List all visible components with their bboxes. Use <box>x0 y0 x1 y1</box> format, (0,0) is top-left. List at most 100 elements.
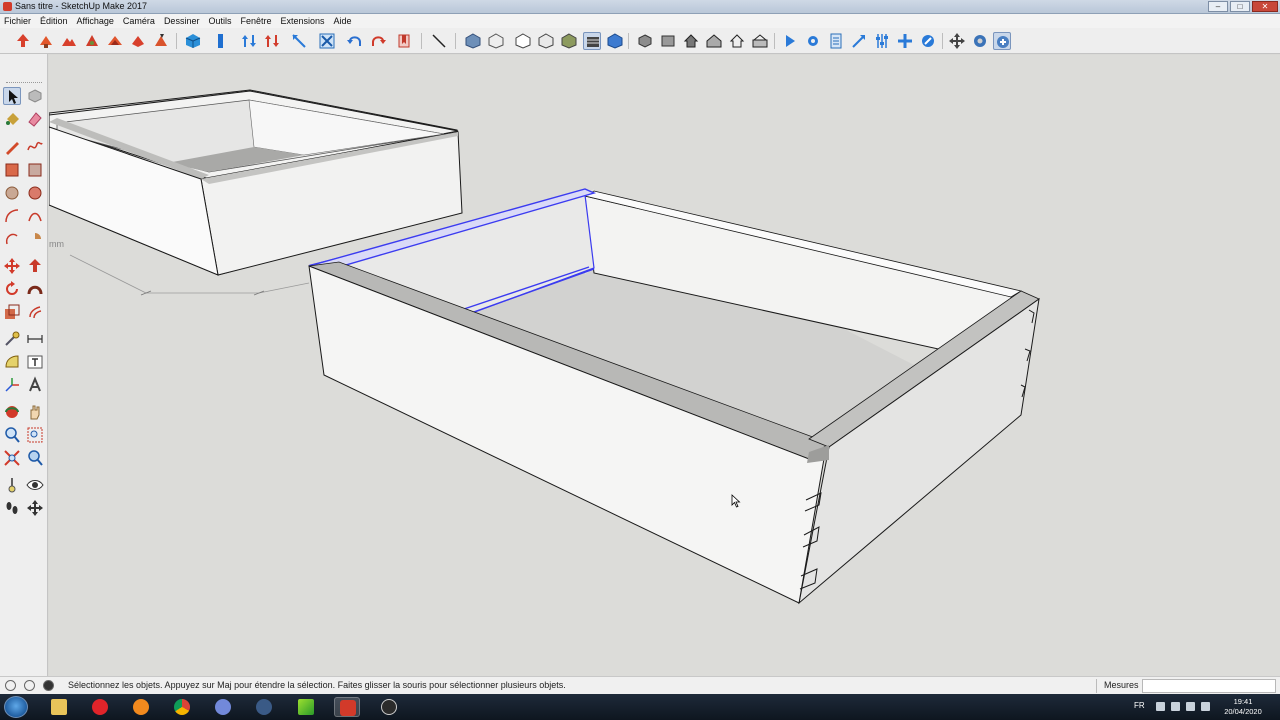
move-arrows-icon[interactable] <box>948 32 966 50</box>
offset-icon[interactable] <box>26 303 44 321</box>
protractor-icon[interactable] <box>3 353 21 371</box>
extension-gear-icon[interactable] <box>971 32 989 50</box>
menu-affichage[interactable]: Affichage <box>77 16 114 26</box>
bookmark-red-icon[interactable] <box>395 32 413 50</box>
dimension-icon[interactable] <box>26 330 44 348</box>
text-icon[interactable] <box>26 353 44 371</box>
view-left-icon[interactable] <box>751 32 769 50</box>
taskbar-sketchup-icon[interactable] <box>334 697 360 717</box>
taskbar-opera-icon[interactable] <box>87 697 113 717</box>
style-shaded-icon[interactable] <box>537 32 555 50</box>
section-plane-icon[interactable] <box>26 499 44 517</box>
taskbar-file-explorer-icon[interactable] <box>46 697 72 717</box>
circle-icon[interactable] <box>3 184 21 202</box>
sliders-icon[interactable] <box>873 32 891 50</box>
play-icon[interactable] <box>781 32 799 50</box>
tray-flag-icon[interactable] <box>1171 702 1180 711</box>
arc-icon[interactable] <box>3 207 21 225</box>
component-cube-icon[interactable] <box>184 32 202 50</box>
eraser-icon[interactable] <box>26 110 44 128</box>
menu-aide[interactable]: Aide <box>334 16 352 26</box>
tray-network-icon[interactable] <box>1186 702 1195 711</box>
menu-camera[interactable]: Caméra <box>123 16 155 26</box>
menu-extensions[interactable]: Extensions <box>281 16 325 26</box>
follow-me-icon[interactable] <box>26 280 44 298</box>
smoove-icon[interactable] <box>129 32 147 50</box>
taskbar-firefox-icon[interactable] <box>128 697 154 717</box>
taskbar-app-green-icon[interactable] <box>293 697 319 717</box>
taskbar-obs-icon[interactable] <box>376 697 402 717</box>
3d-viewport[interactable]: mm <box>49 55 1280 676</box>
measurements-input[interactable] <box>1142 679 1276 693</box>
view-top-icon[interactable] <box>659 32 677 50</box>
menu-fenetre[interactable]: Fenêtre <box>240 16 271 26</box>
zoom-extents-icon[interactable] <box>3 449 21 467</box>
pan-hand-icon[interactable] <box>26 403 44 421</box>
user-account-icon[interactable] <box>43 680 54 691</box>
style-monochrome-icon[interactable] <box>583 32 601 50</box>
select-arrow-icon[interactable] <box>3 87 21 105</box>
push-pull-red-icon[interactable] <box>14 32 32 50</box>
style-wireframe-icon[interactable] <box>487 32 505 50</box>
pencil-line-icon[interactable] <box>3 138 21 156</box>
rotate-icon[interactable] <box>3 280 21 298</box>
terrain-icon[interactable] <box>60 32 78 50</box>
plus-icon[interactable] <box>896 32 914 50</box>
3d-text-icon[interactable] <box>26 376 44 394</box>
polygon-icon[interactable] <box>26 184 44 202</box>
two-point-arc-icon[interactable] <box>26 207 44 225</box>
zoom-icon[interactable] <box>3 426 21 444</box>
keyboard-language[interactable]: FR <box>1134 701 1145 710</box>
geo-location-icon[interactable] <box>5 680 16 691</box>
axes-icon[interactable] <box>3 376 21 394</box>
start-button[interactable] <box>4 696 28 718</box>
maximize-button[interactable]: □ <box>1230 1 1250 12</box>
menu-edition[interactable]: Édition <box>40 16 68 26</box>
position-camera-icon[interactable] <box>3 476 21 494</box>
tray-volume-icon[interactable] <box>1201 702 1210 711</box>
push-pull-icon[interactable] <box>26 257 44 275</box>
flip-edge-icon[interactable] <box>152 32 170 50</box>
taskbar-discord-icon[interactable] <box>210 697 236 717</box>
add-location-icon[interactable] <box>37 32 55 50</box>
view-iso-icon[interactable] <box>636 32 654 50</box>
look-around-eye-icon[interactable] <box>26 476 44 494</box>
style-monochrome-blue-icon[interactable] <box>606 32 624 50</box>
extension-active-icon[interactable] <box>993 32 1011 50</box>
document-icon[interactable] <box>827 32 845 50</box>
zoom-window-icon[interactable] <box>26 426 44 444</box>
close-button[interactable]: ✕ <box>1252 1 1278 12</box>
minimize-button[interactable]: – <box>1208 1 1228 12</box>
walk-feet-icon[interactable] <box>3 499 21 517</box>
arrows-up-down-icon[interactable] <box>240 32 258 50</box>
credits-icon[interactable] <box>24 680 35 691</box>
main-drawer-model[interactable] <box>308 188 1040 605</box>
tape-measure-icon[interactable] <box>3 330 21 348</box>
three-point-arc-icon[interactable] <box>3 230 21 248</box>
undo-blue-icon[interactable] <box>346 32 364 50</box>
taskbar-clock[interactable]: 19:41 20/04/2020 <box>1220 697 1266 717</box>
previous-view-icon[interactable] <box>26 449 44 467</box>
style-textures-icon[interactable] <box>560 32 578 50</box>
pen-arrow-icon[interactable] <box>850 32 868 50</box>
style-hidden-line-icon[interactable] <box>514 32 532 50</box>
solid-blue-icon[interactable] <box>212 32 230 50</box>
menu-dessiner[interactable]: Dessiner <box>164 16 200 26</box>
paint-bucket-icon[interactable] <box>3 110 21 128</box>
taskbar-chrome-icon[interactable] <box>169 697 195 717</box>
move-icon[interactable] <box>3 257 21 275</box>
line-pencil-icon[interactable] <box>430 32 448 50</box>
view-right-icon[interactable] <box>705 32 723 50</box>
orbit-icon[interactable] <box>3 403 21 421</box>
rectangle-icon[interactable] <box>3 161 21 179</box>
section-x-icon[interactable] <box>318 32 336 50</box>
scale-arrow-icon[interactable] <box>290 32 308 50</box>
taskbar-steam-icon[interactable] <box>251 697 277 717</box>
freehand-icon[interactable] <box>26 138 44 156</box>
view-back-icon[interactable] <box>728 32 746 50</box>
view-front-house-icon[interactable] <box>682 32 700 50</box>
drape-icon[interactable] <box>106 32 124 50</box>
make-component-icon[interactable] <box>26 87 44 105</box>
tray-arrow-icon[interactable] <box>1156 702 1165 711</box>
arrows-red-icon[interactable] <box>263 32 281 50</box>
